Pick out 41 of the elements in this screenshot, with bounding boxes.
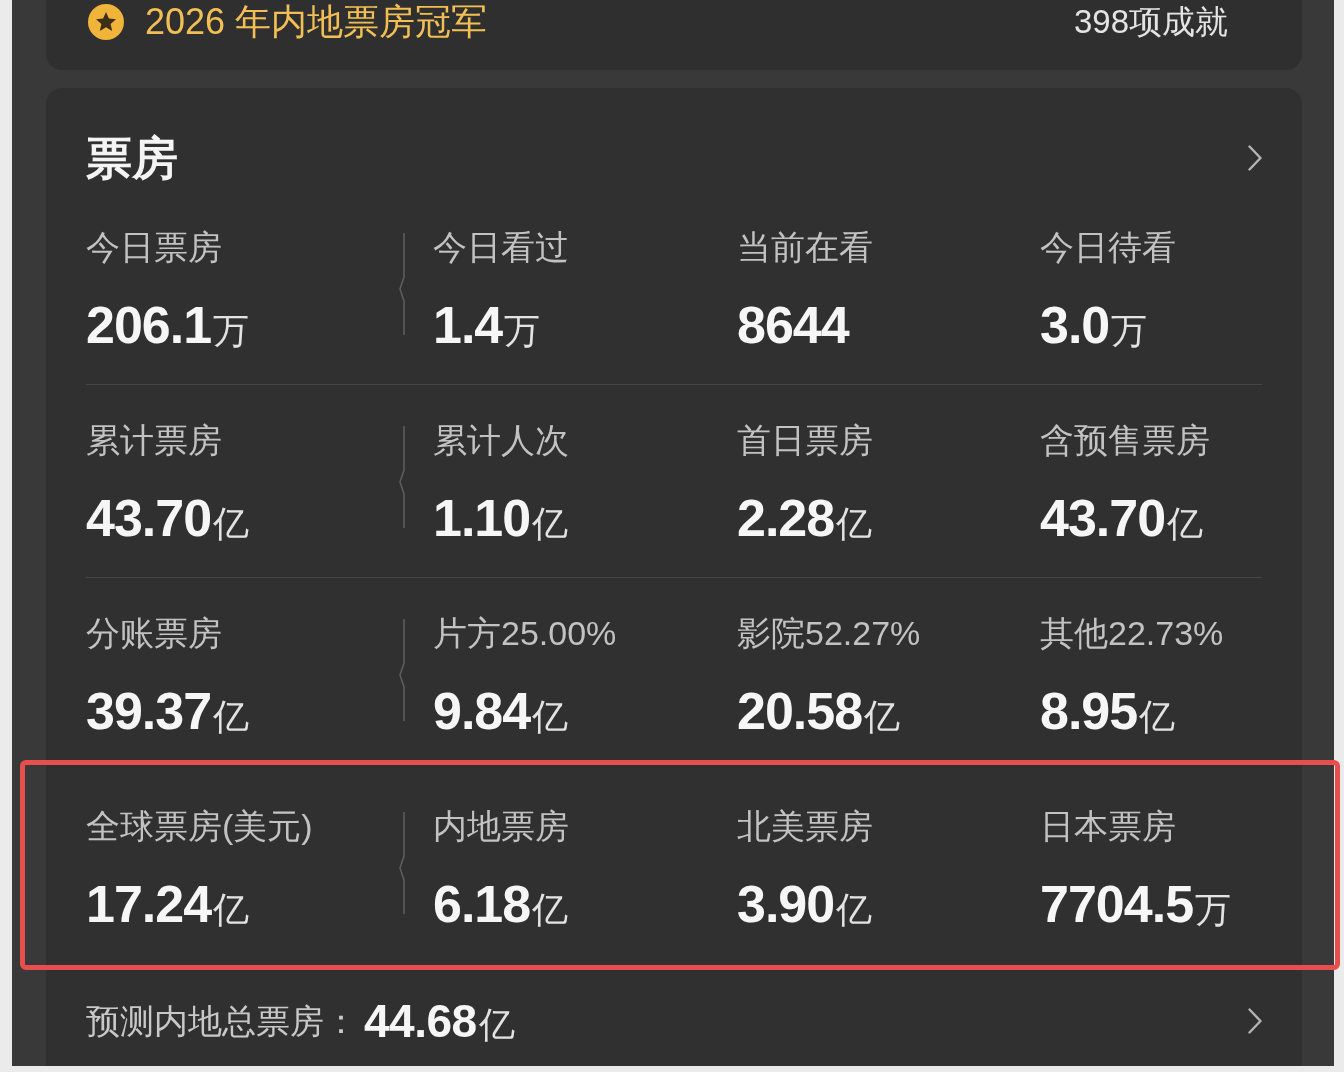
stat-label: 今日看过 [433, 228, 569, 266]
stat-label: 北美票房 [737, 807, 873, 845]
stat-value: 17.24亿 [86, 876, 250, 932]
chevron-right-icon[interactable] [1248, 1008, 1262, 1034]
stat-value: 20.58亿 [737, 683, 901, 739]
stat-value: 39.37亿 [86, 683, 250, 739]
stat-label: 其他22.73% [1040, 614, 1224, 652]
stat-value: 7704.5万 [1040, 876, 1232, 932]
chevron-right-icon[interactable] [1248, 145, 1262, 171]
card-title: 票房 [86, 136, 178, 180]
achievement-card[interactable]: 2026 年内地票房冠军 398项成就 [46, 0, 1302, 70]
stat-label: 累计人次 [433, 421, 569, 459]
stat-label: 当前在看 [737, 228, 873, 266]
stat-label: 影院52.27% [737, 614, 921, 652]
stat-label: 片方25.00% [433, 614, 617, 652]
stat-label: 今日待看 [1040, 228, 1176, 266]
stat-value: 3.0万 [1040, 297, 1148, 353]
stat-label: 首日票房 [737, 421, 873, 459]
stat-label: 累计票房 [86, 421, 222, 459]
stat-value: 1.4万 [433, 297, 541, 353]
stat-value: 8.95亿 [1040, 683, 1176, 739]
stat-label: 分账票房 [86, 614, 222, 652]
stat-label: 今日票房 [86, 228, 222, 266]
stat-value: 1.10亿 [433, 490, 569, 546]
stat-value: 2.28亿 [737, 490, 873, 546]
stat-label: 全球票房(美元) [86, 807, 313, 845]
star-coin-icon [88, 4, 124, 40]
forecast-value: 44.68亿 [364, 997, 515, 1045]
stat-label: 日本票房 [1040, 807, 1176, 845]
stat-value: 9.84亿 [433, 683, 569, 739]
achievement-count: 398项成就 [1073, 2, 1228, 42]
stat-value: 43.70亿 [86, 490, 250, 546]
stat-label: 内地票房 [433, 807, 569, 845]
stat-value: 6.18亿 [433, 876, 569, 932]
stat-value: 3.90亿 [737, 876, 873, 932]
achievement-title: 2026 年内地票房冠军 [145, 2, 488, 42]
forecast-label: 预测内地总票房： [86, 1001, 358, 1042]
stat-value: 43.70亿 [1040, 490, 1204, 546]
stat-value: 206.1万 [86, 297, 250, 353]
stat-value: 8644 [737, 297, 849, 353]
stat-label: 含预售票房 [1040, 421, 1210, 459]
